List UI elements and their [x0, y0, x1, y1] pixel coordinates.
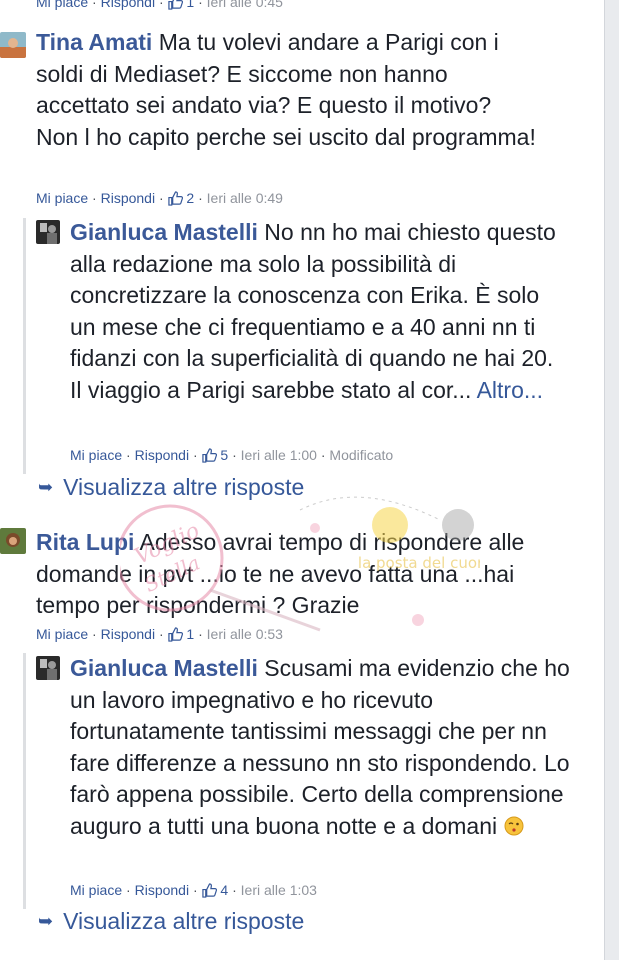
timestamp: Ieri alle 0:45	[206, 0, 283, 10]
reply-arrow-icon: ➥	[38, 911, 54, 931]
like-thumb-icon	[167, 0, 183, 10]
comment-author[interactable]: Gianluca Mastelli	[70, 219, 258, 245]
user-avatar-icon	[36, 656, 60, 680]
avatar[interactable]	[36, 656, 60, 680]
like-link[interactable]: Mi piace	[70, 447, 122, 463]
view-more-replies-link[interactable]: ➥ Visualizza altre risposte	[38, 474, 304, 501]
avatar[interactable]	[0, 32, 26, 58]
comment-meta-row: Mi piace · Rispondi · 2 · Ieri alle 0:49	[36, 190, 283, 206]
comment-meta-row: Mi piace · Rispondi · 5 · Ieri alle 1:00…	[70, 447, 394, 463]
reply-link[interactable]: Rispondi	[135, 447, 189, 463]
reply-link[interactable]: Rispondi	[135, 882, 189, 898]
reply-link[interactable]: Rispondi	[101, 626, 155, 642]
like-link[interactable]: Mi piace	[36, 190, 88, 206]
scrollbar-track[interactable]	[604, 0, 619, 960]
comment-meta-row: Mi piace · Rispondi · 1 · Ieri alle 0:53	[36, 626, 283, 642]
user-avatar-icon	[0, 32, 26, 58]
like-thumb-icon	[201, 448, 217, 463]
edited-label[interactable]: Modificato	[329, 447, 393, 463]
comment-meta-row: Mi piace · Rispondi · 4 · Ieri alle 1:03	[70, 882, 317, 898]
reply-thread-line	[23, 653, 26, 909]
like-thumb-icon	[167, 627, 183, 642]
comment-body: Tina Amati Ma tu volevi andare a Parigi …	[36, 27, 536, 153]
like-count[interactable]: 1	[186, 0, 194, 10]
comment-text: No nn ho mai chiesto questo alla redazio…	[70, 219, 556, 403]
like-count[interactable]: 1	[186, 626, 194, 642]
like-count[interactable]: 5	[220, 447, 228, 463]
like-count[interactable]: 2	[186, 190, 194, 206]
comment-author[interactable]: Rita Lupi	[36, 529, 134, 555]
user-avatar-icon	[0, 528, 26, 554]
comment-text: Scusami ma evidenzio che ho un lavoro im…	[70, 655, 570, 839]
timestamp: Ieri alle 0:53	[206, 626, 283, 642]
kiss-wink-emoji-icon	[504, 816, 523, 835]
comment-author[interactable]: Gianluca Mastelli	[70, 655, 258, 681]
timestamp: Ieri alle 1:00	[240, 447, 317, 463]
comment-author[interactable]: Tina Amati	[36, 29, 152, 55]
like-thumb-icon	[201, 883, 217, 898]
comment-body: Rita Lupi Adesso avrai tempo di risponde…	[36, 527, 566, 622]
like-link[interactable]: Mi piace	[70, 882, 122, 898]
see-more-link[interactable]: Altro...	[477, 377, 543, 403]
reply-arrow-icon: ➥	[38, 477, 54, 497]
comment-body: Gianluca Mastelli Scusami ma evidenzio c…	[70, 653, 570, 842]
comment-meta-row: Mi piace · Rispondi · 1 · Ieri alle 0:45	[36, 0, 283, 10]
timestamp: Ieri alle 0:49	[206, 190, 283, 206]
like-link[interactable]: Mi piace	[36, 0, 88, 10]
reply-link[interactable]: Rispondi	[101, 190, 155, 206]
like-count[interactable]: 4	[220, 882, 228, 898]
user-avatar-icon	[36, 220, 60, 244]
timestamp: Ieri alle 1:03	[240, 882, 317, 898]
avatar[interactable]	[36, 220, 60, 244]
reply-thread-line	[23, 218, 26, 474]
reply-link[interactable]: Rispondi	[101, 0, 155, 10]
like-thumb-icon	[167, 191, 183, 206]
view-more-replies-link[interactable]: ➥ Visualizza altre risposte	[38, 908, 304, 935]
comment-body: Gianluca Mastelli No nn ho mai chiesto q…	[70, 217, 560, 406]
avatar[interactable]	[0, 528, 26, 554]
like-link[interactable]: Mi piace	[36, 626, 88, 642]
